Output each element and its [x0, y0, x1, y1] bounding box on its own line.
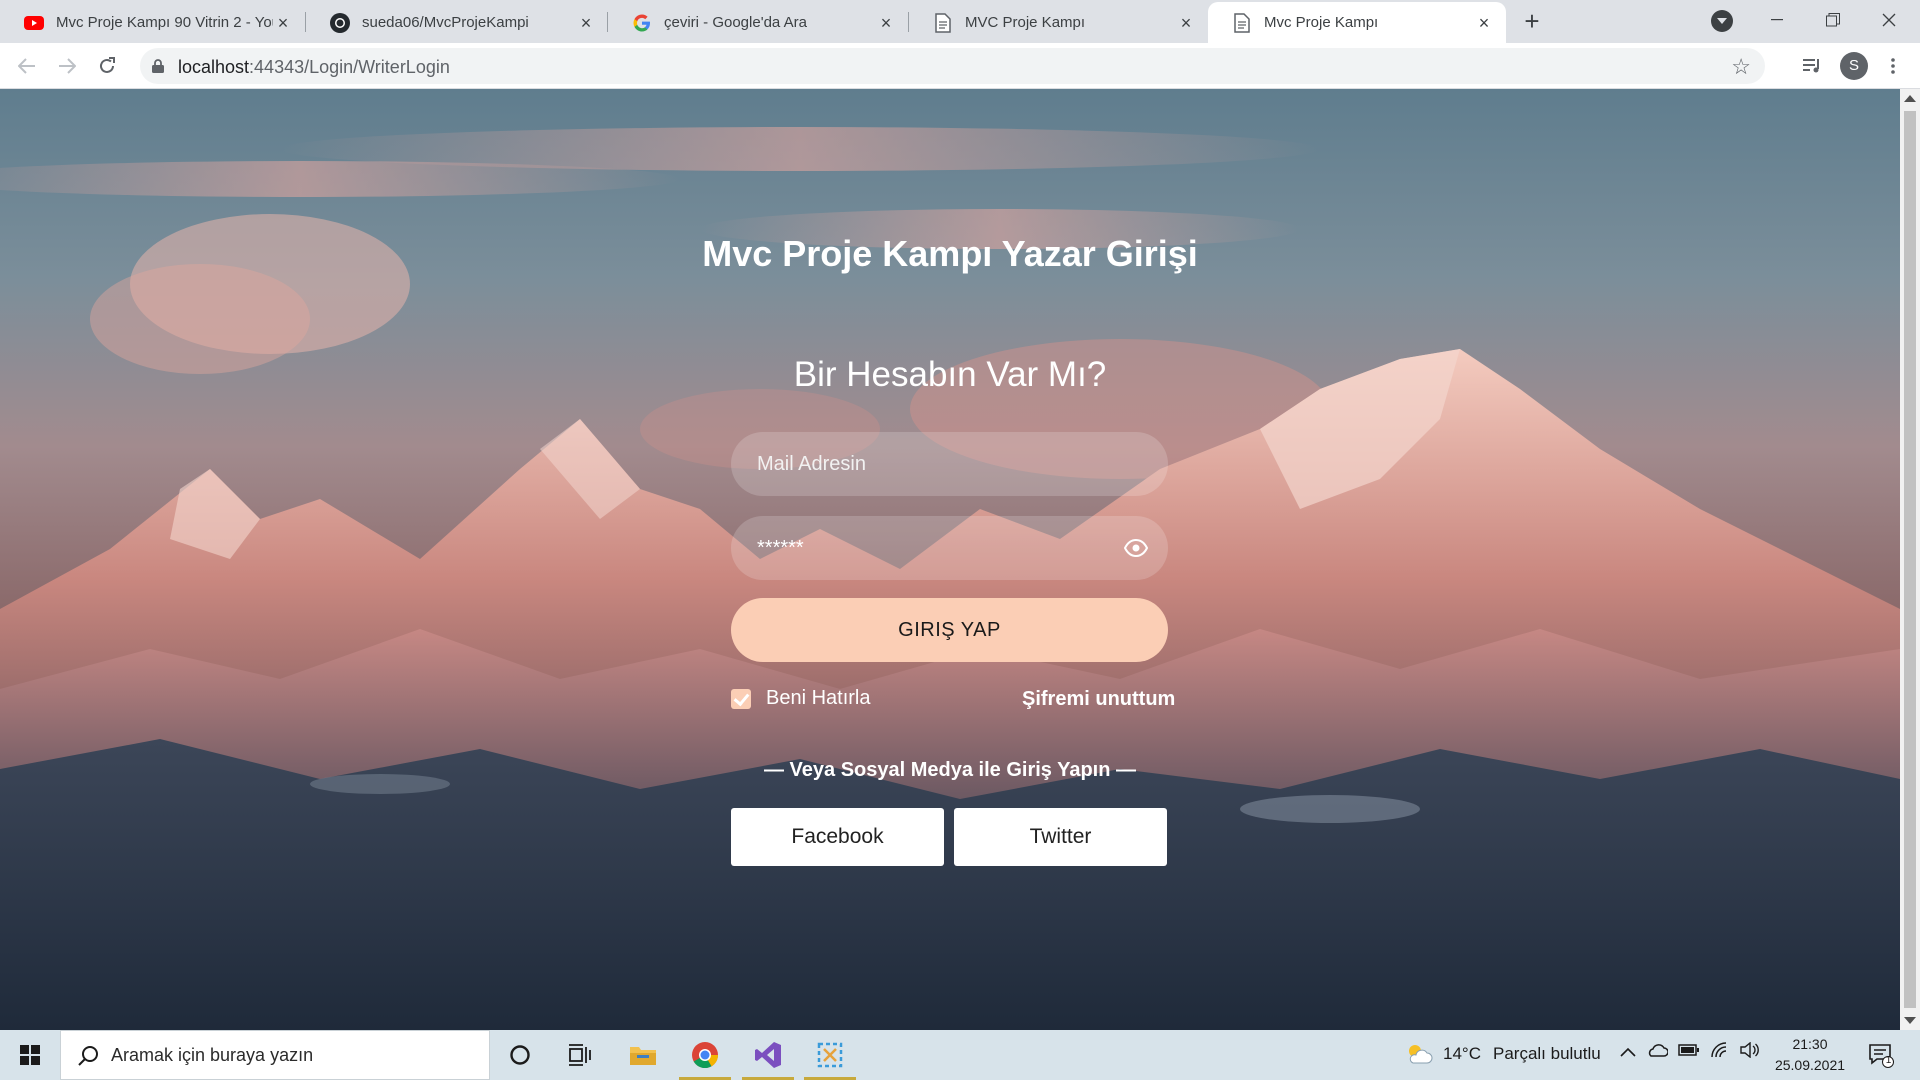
profile-avatar[interactable]: S [1840, 52, 1868, 80]
weather-temp: 14°C [1443, 1044, 1481, 1063]
taskbar-search-box[interactable]: Aramak için buraya yazın [60, 1030, 490, 1080]
tab-title: Mvc Proje Kampı 90 Vitrin 2 - YouTube [56, 14, 273, 31]
taskbar-search-placeholder: Aramak için buraya yazın [111, 1045, 314, 1065]
battery-icon[interactable] [1678, 1043, 1700, 1062]
github-icon [330, 12, 350, 33]
tab-title: sueda06/MvcProjeKampi [362, 14, 529, 31]
twitter-login-button[interactable]: Twitter [954, 808, 1167, 866]
notification-center-icon[interactable]: 1 [1868, 1042, 1894, 1068]
weather-widget[interactable]: 14°C Parçalı bulutlu [1405, 1043, 1601, 1065]
back-icon[interactable] [12, 51, 42, 81]
close-tab-icon[interactable]: × [576, 13, 596, 33]
new-tab-button[interactable]: + [1518, 8, 1546, 36]
file-explorer-icon[interactable] [613, 1030, 673, 1080]
social-login-divider-text: — Veya Sosyal Medya ile Giriş Yapın — [763, 759, 1137, 781]
url-text: localhost:44343/Login/WriterLogin [178, 57, 450, 78]
close-tab-icon[interactable]: × [876, 13, 896, 33]
close-window-icon[interactable] [1866, 4, 1912, 36]
forward-icon[interactable] [52, 51, 82, 81]
tab-mvc-proje-kampi[interactable]: MVC Proje Kampı × [909, 2, 1208, 43]
clock-time: 21:30 [1792, 1036, 1828, 1052]
login-page: Mvc Proje Kampı Yazar Girişi Bir Hesabın… [0, 89, 1900, 1030]
email-field-wrapper [731, 432, 1168, 496]
youtube-icon [24, 13, 44, 33]
login-subheading: Bir Hesabın Var Mı? [793, 355, 1107, 394]
scrollbar-thumb[interactable] [1904, 111, 1916, 1008]
page-title: Mvc Proje Kampı Yazar Girişi [702, 233, 1198, 274]
chrome-taskbar-icon[interactable] [675, 1030, 735, 1080]
tab-google-search[interactable]: çeviri - Google'da Ara × [608, 2, 908, 43]
vertical-scrollbar[interactable] [1900, 89, 1920, 1030]
search-icon [78, 1046, 98, 1066]
close-tab-icon[interactable]: × [1474, 13, 1494, 33]
clock-date: 25.09.2021 [1774, 1057, 1846, 1073]
forgot-password-link[interactable]: Şifremi unuttum [1022, 688, 1175, 711]
browser-toolbar: localhost:44343/Login/WriterLogin ☆ S [0, 43, 1920, 89]
show-password-eye-icon[interactable] [1124, 538, 1148, 558]
tab-title: MVC Proje Kampı [965, 14, 1086, 31]
task-view-icon[interactable] [550, 1030, 610, 1080]
chevron-up-icon[interactable] [1620, 1044, 1636, 1062]
close-tab-icon[interactable]: × [1176, 13, 1196, 33]
close-tab-icon[interactable]: × [273, 13, 293, 33]
notification-count-badge: 1 [1885, 1055, 1892, 1066]
password-input[interactable] [731, 516, 1168, 580]
browser-tab-strip: Mvc Proje Kampı 90 Vitrin 2 - YouTube × … [0, 0, 1920, 43]
tab-title: çeviri - Google'da Ara [664, 14, 807, 31]
taskbar-clock[interactable]: 21:30 25.09.2021 [1770, 1034, 1850, 1076]
cortana-icon[interactable] [490, 1030, 550, 1080]
minimize-icon[interactable] [1754, 4, 1800, 36]
google-icon [632, 13, 652, 33]
speaker-volume-icon[interactable] [1740, 1041, 1760, 1063]
visual-studio-icon[interactable] [738, 1030, 798, 1080]
restore-icon[interactable] [1810, 4, 1856, 36]
bookmark-star-icon[interactable]: ☆ [1731, 54, 1751, 80]
media-queue-icon[interactable] [1797, 51, 1827, 81]
email-input[interactable] [731, 432, 1168, 496]
password-field-wrapper [731, 516, 1168, 580]
tab-youtube[interactable]: Mvc Proje Kampı 90 Vitrin 2 - YouTube × [0, 2, 305, 43]
checkbox-checked-icon[interactable] [731, 688, 751, 709]
system-tray [1620, 1041, 1760, 1063]
windows-start-icon[interactable] [0, 1030, 60, 1080]
tab-active-mvc-proje-kampi[interactable]: Mvc Proje Kampı × [1208, 2, 1506, 43]
tab-search-icon[interactable] [1711, 10, 1733, 32]
scroll-up-arrow-icon[interactable] [1904, 95, 1916, 102]
address-bar[interactable]: localhost:44343/Login/WriterLogin ☆ [140, 48, 1765, 84]
reload-icon[interactable] [92, 51, 122, 81]
remember-me-label: Beni Hatırla [766, 687, 871, 709]
tab-title: Mvc Proje Kampı [1264, 14, 1379, 31]
url-path: :44343/Login/WriterLogin [249, 57, 450, 77]
windows-taskbar: Aramak için buraya yazın 14°C Parçalı bu… [0, 1030, 1920, 1080]
tab-github[interactable]: sueda06/MvcProjeKampi × [306, 2, 608, 43]
weather-description: Parçalı bulutlu [1492, 1044, 1601, 1063]
more-menu-icon[interactable] [1878, 51, 1908, 81]
partly-cloudy-icon [1409, 1045, 1433, 1064]
page-icon [933, 12, 953, 33]
url-host: localhost [178, 57, 250, 77]
onedrive-cloud-icon[interactable] [1646, 1043, 1669, 1062]
page-icon [1232, 12, 1252, 33]
scroll-down-arrow-icon[interactable] [1904, 1017, 1916, 1024]
login-submit-button[interactable]: GIRIŞ YAP [731, 598, 1168, 662]
remember-me-checkbox[interactable]: Beni Hatırla [731, 687, 871, 710]
lock-icon[interactable] [152, 59, 164, 73]
wifi-icon[interactable] [1710, 1042, 1730, 1063]
facebook-login-button[interactable]: Facebook [731, 808, 944, 866]
snipping-tool-icon[interactable] [800, 1030, 860, 1080]
